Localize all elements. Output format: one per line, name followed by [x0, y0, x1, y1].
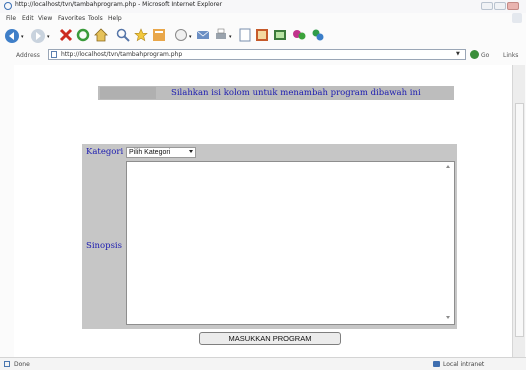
toolbar: ▾ ▾ ▾ ▾ [0, 25, 526, 47]
menu-help[interactable]: Help [108, 15, 122, 22]
security-zone-text: Local intranet [443, 361, 485, 368]
page-scrollbar[interactable] [512, 65, 525, 357]
windows-logo-icon [512, 13, 522, 23]
instruction-spacer-cell [100, 87, 156, 99]
extra-icon[interactable] [311, 28, 325, 42]
research-icon[interactable] [273, 28, 287, 42]
go-button[interactable]: Go [481, 52, 489, 59]
scroll-down-icon[interactable] [446, 316, 450, 319]
print-dropdown-icon[interactable]: ▾ [229, 34, 232, 40]
status-text: Done [14, 361, 30, 368]
back-icon[interactable] [4, 28, 20, 44]
media-dropdown-icon[interactable]: ▾ [189, 34, 192, 40]
page-icon [51, 51, 57, 58]
media-icon[interactable] [174, 28, 188, 42]
messenger-icon[interactable] [292, 28, 306, 42]
ie-logo-icon [4, 2, 12, 10]
menu-file[interactable]: File [6, 15, 16, 22]
address-bar: Address http://localhost/tvn/tambahprogr… [0, 48, 526, 63]
page-content: Silahkan isi kolom untuk menambah progra… [14, 65, 512, 357]
stop-icon[interactable] [59, 28, 73, 42]
instruction-bar: Silahkan isi kolom untuk menambah progra… [98, 86, 454, 100]
address-label: Address [16, 52, 40, 59]
forward-dropdown-icon[interactable]: ▾ [47, 34, 50, 40]
kategori-selected-value: Pilih Kategori [129, 149, 171, 156]
window-title: http://localhost/tvn/tambahprogram.php -… [15, 1, 223, 8]
masukkan-program-button[interactable]: MASUKKAN PROGRAM [199, 332, 341, 345]
kategori-label: Kategori [86, 147, 124, 157]
program-form-table: Kategori Pilih Kategori Sinopsis [82, 144, 457, 329]
intranet-zone-icon [433, 361, 440, 367]
address-input[interactable]: http://localhost/tvn/tambahprogram.php [48, 49, 466, 60]
page-scrollbar-thumb[interactable] [515, 103, 524, 337]
refresh-icon[interactable] [76, 28, 90, 42]
scroll-up-icon[interactable] [446, 165, 450, 168]
menu-tools[interactable]: Tools [88, 15, 103, 22]
address-dropdown-icon[interactable]: ▼ [456, 51, 460, 57]
browser-window: http://localhost/tvn/tambahprogram.php -… [0, 0, 526, 370]
back-dropdown-icon[interactable]: ▾ [21, 34, 24, 40]
home-icon[interactable] [94, 28, 108, 42]
menu-edit[interactable]: Edit [22, 15, 34, 22]
forward-icon[interactable] [30, 28, 46, 44]
search-icon[interactable] [116, 28, 130, 42]
print-icon[interactable] [214, 28, 228, 42]
go-icon[interactable] [470, 50, 479, 59]
title-bar: http://localhost/tvn/tambahprogram.php -… [0, 0, 526, 13]
chevron-down-icon [189, 150, 193, 153]
textarea-scrollbar[interactable] [444, 162, 454, 324]
status-bar: Done Local intranet [0, 357, 526, 370]
close-button[interactable] [507, 2, 519, 10]
kategori-select[interactable]: Pilih Kategori [126, 147, 196, 158]
maximize-button[interactable] [494, 2, 506, 10]
mail-icon[interactable] [196, 28, 210, 42]
favorites-icon[interactable] [134, 28, 148, 42]
edit-icon[interactable] [238, 28, 252, 42]
discuss-icon[interactable] [255, 28, 269, 42]
address-url: http://localhost/tvn/tambahprogram.php [61, 51, 183, 58]
sinopsis-textarea[interactable] [126, 161, 455, 325]
minimize-button[interactable] [481, 2, 493, 10]
links-button[interactable]: Links [503, 52, 518, 59]
sinopsis-label: Sinopsis [86, 241, 123, 251]
history-icon[interactable] [152, 28, 166, 42]
instruction-text: Silahkan isi kolom untuk menambah progra… [171, 88, 421, 98]
page-done-icon [4, 361, 10, 367]
menu-favorites[interactable]: Favorites [58, 15, 85, 22]
menu-view[interactable]: View [38, 15, 52, 22]
menu-bar: File Edit View Favorites Tools Help [0, 13, 526, 25]
